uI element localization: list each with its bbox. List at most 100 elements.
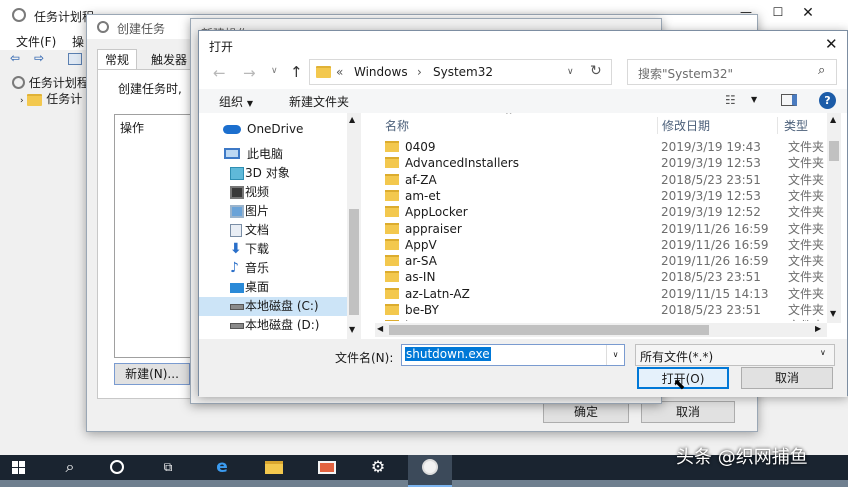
filename-input[interactable]: shutdown.exe ∨: [401, 344, 625, 366]
nav-desktop[interactable]: 桌面: [199, 278, 347, 297]
ok-button[interactable]: 确定: [543, 401, 629, 423]
search-input[interactable]: 搜索"System32" ⌕: [627, 59, 837, 85]
file-row[interactable]: am-et 2019/3/19 12:53 文件夹: [375, 188, 831, 204]
task-view-icon[interactable]: ⧉: [146, 455, 190, 487]
documents-icon: [230, 224, 242, 237]
nav-drive-d[interactable]: 本地磁盘 (D:): [199, 316, 347, 335]
nav-3d-objects[interactable]: 3D 对象: [199, 164, 347, 183]
menu-file[interactable]: 文件(F): [16, 33, 56, 50]
file-row[interactable]: AdvancedInstallers 2019/3/19 12:53 文件夹: [375, 155, 831, 171]
tab-general[interactable]: 常规: [97, 49, 137, 69]
nav-scrollbar[interactable]: ▲ ▼: [347, 113, 361, 339]
tree-node-root[interactable]: 任务计划程: [12, 74, 89, 91]
forward-arrow-icon[interactable]: ⇨: [34, 51, 44, 65]
tree-node-library[interactable]: › 任务计: [20, 90, 82, 107]
scroll-down-icon[interactable]: ▼: [349, 325, 355, 334]
file-row[interactable]: as-IN 2018/5/23 23:51 文件夹: [375, 269, 831, 285]
pictures-icon: [230, 205, 244, 218]
nav-onedrive[interactable]: OneDrive: [199, 120, 347, 139]
nav-scrollbar-thumb[interactable]: [349, 209, 359, 315]
filetype-select[interactable]: 所有文件(*.*) ∨: [635, 344, 835, 366]
cancel-button[interactable]: 取消: [641, 401, 735, 423]
file-explorer-icon[interactable]: [252, 455, 296, 487]
file-row[interactable]: az-Latn-AZ 2019/11/15 14:13 文件夹: [375, 286, 831, 302]
file-type: 文件夹: [788, 205, 825, 220]
file-list-vscrollbar[interactable]: ▲ ▼: [827, 113, 841, 323]
file-row[interactable]: be-BG 2019/11/26 16:59 文件夹: [375, 318, 831, 321]
up-arrow-icon[interactable]: ↑: [290, 63, 303, 81]
file-row[interactable]: af-ZA 2018/5/23 23:51 文件夹: [375, 172, 831, 188]
new-action-button[interactable]: 新建(N)...: [114, 363, 190, 385]
cortana-icon[interactable]: [96, 455, 140, 487]
new-folder-button[interactable]: 新建文件夹: [289, 93, 349, 110]
column-date[interactable]: 修改日期: [657, 117, 710, 134]
breadcrumb-system32[interactable]: System32: [433, 65, 493, 79]
scroll-down-icon[interactable]: ▼: [830, 309, 836, 318]
scroll-up-icon[interactable]: ▲: [830, 115, 836, 124]
settings-icon[interactable]: ⚙: [356, 455, 400, 487]
clock-icon: [97, 21, 109, 33]
breadcrumb-windows[interactable]: Windows: [354, 65, 408, 79]
file-row[interactable]: be-BY 2018/5/23 23:51 文件夹: [375, 302, 831, 318]
organize-menu[interactable]: 组织 ▼: [219, 93, 253, 110]
folder-icon: [385, 141, 399, 152]
nav-documents[interactable]: 文档: [199, 221, 347, 240]
nav-videos[interactable]: 视频: [199, 183, 347, 202]
nav-music[interactable]: ♪ 音乐: [199, 259, 347, 278]
preview-pane-icon[interactable]: [781, 94, 797, 106]
panel-icon[interactable]: [68, 53, 82, 65]
nav-pictures[interactable]: 图片: [199, 202, 347, 221]
help-icon[interactable]: ?: [819, 92, 836, 109]
file-name: az-Latn-AZ: [405, 286, 470, 301]
scroll-left-icon[interactable]: ◀: [377, 324, 383, 333]
back-arrow-icon[interactable]: ⇦: [10, 51, 20, 65]
file-name: 0409: [405, 140, 436, 154]
open-dialog-footer: 文件名(N): shutdown.exe ∨ 所有文件(*.*) ∨ 打开(O)…: [199, 339, 847, 397]
file-list-vscroll-thumb[interactable]: [829, 141, 839, 161]
address-bar[interactable]: « Windows › System32 ∨ ↻: [309, 59, 612, 85]
photo-app-icon[interactable]: [304, 455, 348, 487]
search-icon[interactable]: ⌕: [48, 455, 92, 487]
nav-drive-c[interactable]: 本地磁盘 (C:): [199, 297, 347, 316]
windows-start-icon[interactable]: [0, 455, 44, 487]
scroll-up-icon[interactable]: ▲: [349, 115, 355, 124]
file-row[interactable]: 0409 2019/3/19 19:43 文件夹: [375, 139, 831, 155]
maximize-button[interactable]: ☐: [768, 5, 788, 25]
cancel-button[interactable]: 取消: [741, 367, 833, 389]
file-name-cell: appraiser: [385, 221, 462, 237]
back-arrow-icon[interactable]: ←: [213, 64, 226, 82]
refresh-icon[interactable]: ↻: [590, 63, 602, 79]
nav-this-pc[interactable]: 此电脑: [199, 145, 347, 164]
search-icon[interactable]: ⌕: [818, 63, 825, 78]
file-row[interactable]: AppLocker 2019/3/19 12:52 文件夹: [375, 204, 831, 220]
address-dropdown-icon[interactable]: ∨: [567, 67, 574, 77]
column-name[interactable]: 名称: [385, 117, 409, 134]
file-row[interactable]: appraiser 2019/11/26 16:59 文件夹: [375, 221, 831, 237]
view-options-icon[interactable]: ☷: [725, 93, 736, 107]
expand-chevron-icon[interactable]: ›: [20, 96, 24, 106]
menu-action[interactable]: 操: [72, 33, 84, 50]
chevron-down-icon[interactable]: ∨: [606, 345, 624, 365]
column-type[interactable]: 类型: [777, 117, 808, 134]
close-button[interactable]: ✕: [798, 5, 818, 25]
chevron-down-icon[interactable]: ∨: [271, 66, 278, 76]
navigation-pane: OneDrive 此电脑 3D 对象 视频 图片 文档 ⬇ 下载 ♪ 音乐 桌面…: [199, 113, 363, 339]
task-scheduler-icon[interactable]: [408, 455, 452, 487]
close-icon[interactable]: ✕: [825, 35, 838, 53]
scroll-right-icon[interactable]: ▶: [815, 324, 821, 333]
nav-downloads[interactable]: ⬇ 下载: [199, 240, 347, 259]
file-name-cell: AppLocker: [385, 204, 468, 220]
file-row[interactable]: AppV 2019/11/26 16:59 文件夹: [375, 237, 831, 253]
nav-desktop-label: 桌面: [245, 280, 270, 294]
edge-icon[interactable]: e: [200, 455, 244, 487]
forward-arrow-icon[interactable]: →: [243, 64, 256, 82]
file-list-hscroll-thumb[interactable]: [389, 325, 709, 335]
organize-label: 组织: [219, 95, 244, 109]
chevron-down-icon[interactable]: ▼: [751, 95, 757, 104]
open-dialog-title: 打开: [209, 40, 234, 54]
file-row[interactable]: ar-SA 2019/11/26 16:59 文件夹: [375, 253, 831, 269]
file-list-hscrollbar[interactable]: ◀ ▶: [375, 323, 827, 337]
breadcrumb-chevrons[interactable]: «: [336, 65, 343, 79]
file-type: 文件夹: [788, 237, 825, 252]
this-pc-icon: [224, 148, 240, 159]
